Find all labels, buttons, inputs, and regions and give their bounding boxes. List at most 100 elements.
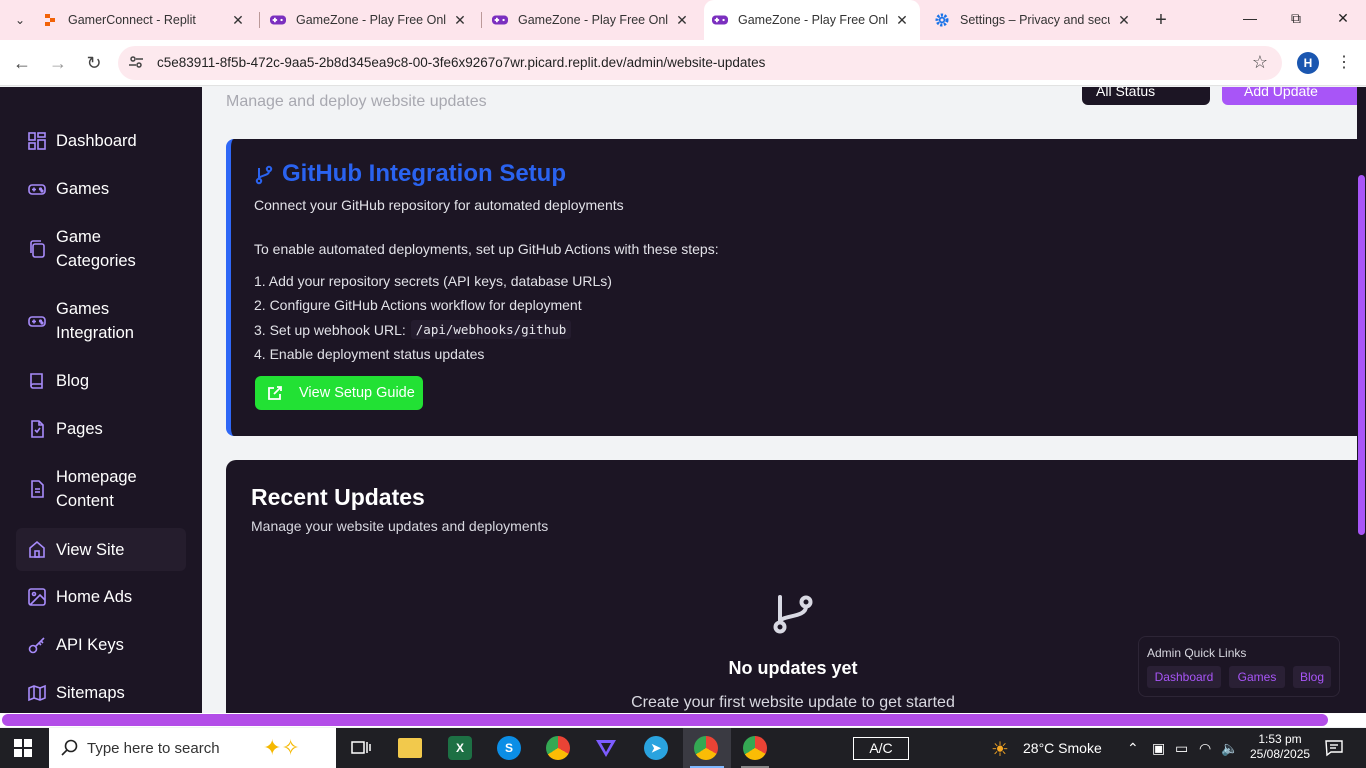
sidebar-item-label: Homepage Content	[56, 468, 137, 510]
github-step-4: 4. Enable deployment status updates	[254, 346, 485, 362]
gamepad-icon	[492, 12, 508, 28]
key-icon	[28, 637, 45, 654]
close-icon[interactable]: ✕	[230, 12, 246, 28]
browser-tab-5[interactable]: Settings – Privacy and security ✕	[926, 0, 1142, 40]
meet-now-icon[interactable]: ▣	[1152, 740, 1165, 757]
close-icon[interactable]: ✕	[894, 12, 910, 28]
recent-updates-title: Recent Updates	[251, 484, 425, 510]
main-content: Manage and deploy website updates All St…	[202, 87, 1366, 713]
sidebar-item-api-keys[interactable]: API Keys	[16, 633, 186, 657]
sidebar-item-home-ads[interactable]: Home Ads	[16, 585, 186, 609]
book-icon	[30, 373, 43, 389]
browser-tab-2[interactable]: GameZone - Play Free Online ✕	[262, 0, 478, 40]
gamepad-icon	[28, 184, 46, 195]
sidebar-item-games-integration[interactable]: Games Integration	[16, 297, 186, 345]
sidebar-item-games[interactable]: Games	[16, 177, 186, 201]
sidebar-item-pages[interactable]: Pages	[16, 417, 186, 441]
address-bar[interactable]: c5e83911-8f5b-472c-9aa5-2b8d345ea9c8-00-…	[118, 46, 1282, 80]
browser-tab-1[interactable]: GamerConnect - Replit ✕	[42, 0, 256, 40]
url-text: c5e83911-8f5b-472c-9aa5-2b8d345ea9c8-00-…	[157, 55, 766, 70]
search-icon	[61, 739, 78, 756]
sidebar-item-label: Pages	[56, 420, 103, 438]
reload-button[interactable]: ↻	[83, 52, 105, 74]
chrome-profile-2-icon[interactable]	[743, 736, 767, 760]
back-button[interactable]: ←	[11, 52, 33, 74]
weather-text[interactable]: 28°C Smoke	[1023, 740, 1102, 756]
add-update-button[interactable]: Add Update	[1222, 87, 1362, 105]
close-icon[interactable]: ✕	[452, 12, 468, 28]
quick-link-games[interactable]: Games	[1229, 666, 1285, 688]
webhook-url-code: /api/webhooks/github	[410, 320, 572, 339]
horizontal-scrollbar-thumb[interactable]	[2, 714, 1328, 726]
github-step-1: 1. Add your repository secrets (API keys…	[254, 273, 612, 289]
excel-icon[interactable]: X	[448, 736, 472, 760]
setup-button-label: View Setup Guide	[299, 385, 415, 401]
search-placeholder: Type here to search	[87, 740, 220, 757]
chrome-icon[interactable]	[546, 736, 570, 760]
forward-button[interactable]: →	[47, 52, 69, 74]
add-update-label: Add Update	[1244, 87, 1318, 99]
browser-tab-4-active[interactable]: GameZone - Play Free Online ✕	[704, 0, 920, 40]
sidebar-item-label: Games	[56, 180, 110, 198]
github-step-3: 3. Set up webhook URL: /api/webhooks/git…	[254, 320, 572, 339]
external-link-icon	[268, 386, 282, 400]
taskbar-search-box[interactable]: Type here to search ✦✧	[49, 728, 336, 768]
windows-start-icon[interactable]	[14, 739, 32, 757]
power-plug-icon[interactable]: ▭	[1175, 740, 1188, 757]
browser-tab-bar: ⌄ GamerConnect - Replit ✕ GameZone - Pla…	[0, 0, 1366, 40]
quick-link-dashboard[interactable]: Dashboard	[1147, 666, 1221, 688]
sidebar-item-view-site[interactable]: View Site	[16, 528, 186, 571]
close-icon[interactable]: ✕	[674, 12, 690, 28]
task-view-icon[interactable]	[349, 736, 373, 760]
sidebar-item-blog[interactable]: Blog	[16, 369, 186, 393]
skype-icon[interactable]: S	[497, 736, 521, 760]
quick-link-blog[interactable]: Blog	[1293, 666, 1331, 688]
sidebar-item-game-categories[interactable]: Game Categories	[16, 225, 186, 273]
copy-icon	[30, 240, 45, 258]
file-explorer-icon[interactable]	[398, 738, 422, 758]
close-icon[interactable]: ✕	[1116, 12, 1132, 28]
sidebar-item-dashboard[interactable]: Dashboard	[16, 129, 186, 153]
quick-links-title: Admin Quick Links	[1147, 646, 1247, 660]
window-close-button[interactable]: ✕	[1333, 10, 1353, 27]
sidebar-item-sitemaps[interactable]: Sitemaps	[16, 681, 186, 705]
browser-menu-icon[interactable]: ⋮	[1336, 52, 1352, 72]
browser-tab-3[interactable]: GameZone - Play Free Online ✕	[484, 0, 700, 40]
admin-sidebar: Dashboard Games Game Categories Games In…	[0, 87, 202, 713]
github-card-title: GitHub Integration Setup	[282, 160, 566, 187]
bookmark-star-icon[interactable]: ☆	[1252, 52, 1268, 73]
vertical-scrollbar-thumb[interactable]	[1358, 175, 1365, 535]
profile-avatar[interactable]: H	[1297, 52, 1319, 74]
vpn-app-icon[interactable]	[594, 736, 618, 760]
chrome-profile-icon[interactable]	[694, 736, 718, 760]
new-tab-button[interactable]: +	[1150, 9, 1172, 31]
minimize-button[interactable]: —	[1240, 10, 1260, 26]
site-info-icon[interactable]	[128, 54, 144, 73]
sidebar-item-homepage-content[interactable]: Homepage Content	[16, 465, 186, 513]
copilot-sparkle-icon: ✦✧	[263, 735, 300, 760]
weather-icon: ☀	[991, 739, 1009, 761]
gamepad-icon	[270, 12, 286, 28]
sidebar-item-label: Game Categories	[56, 228, 136, 270]
view-setup-guide-button[interactable]: View Setup Guide	[255, 376, 423, 410]
horizontal-scrollbar[interactable]	[0, 713, 1366, 727]
sidebar-item-label: View Site	[56, 541, 125, 559]
status-filter-select[interactable]: All Status	[1082, 87, 1210, 105]
restore-button[interactable]: ⧉	[1286, 10, 1306, 27]
chevron-up-icon[interactable]: ⌃	[1127, 740, 1139, 757]
battery-indicator[interactable]: A/C	[853, 737, 909, 760]
tab-search-button[interactable]: ⌄	[8, 8, 32, 32]
file-icon	[31, 420, 44, 438]
map-icon	[28, 684, 46, 702]
telegram-icon[interactable]: ➤	[644, 736, 668, 760]
replit-icon	[42, 12, 58, 28]
wifi-icon[interactable]: ◠	[1199, 740, 1211, 757]
gear-icon	[934, 12, 950, 28]
vertical-scrollbar[interactable]	[1357, 87, 1366, 713]
admin-quick-links: Admin Quick Links Dashboard Games Blog	[1138, 636, 1340, 697]
notification-icon[interactable]	[1325, 739, 1343, 757]
system-clock[interactable]: 1:53 pm 25/08/2025	[1250, 732, 1310, 762]
github-intro-text: To enable automated deployments, set up …	[254, 241, 719, 257]
speaker-icon[interactable]: 🔈	[1221, 740, 1238, 757]
tab-title: GameZone - Play Free Online	[296, 13, 446, 27]
